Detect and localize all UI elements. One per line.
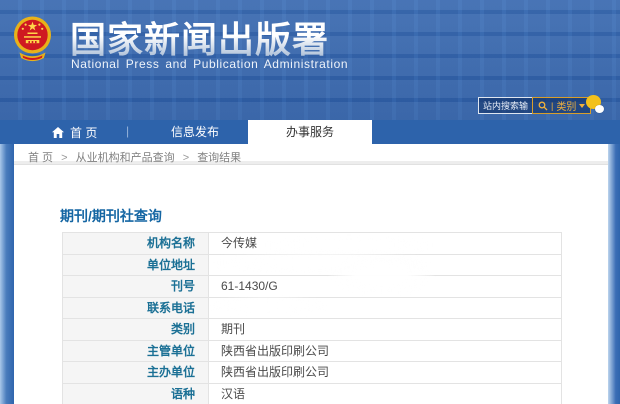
row-label: 语种	[63, 384, 209, 404]
table-row: 单位地址	[63, 255, 561, 277]
category-dropdown-arrow-icon[interactable]	[579, 104, 585, 108]
breadcrumb-query-section[interactable]: 从业机构和产品查询	[76, 152, 175, 164]
row-label: 主办单位	[63, 362, 209, 383]
search-actions[interactable]: | 类别	[532, 97, 591, 114]
breadcrumb-home[interactable]: 首 页	[28, 152, 53, 164]
table-row: 语种 汉语	[63, 384, 561, 404]
breadcrumb-current: 查询结果	[197, 152, 241, 164]
main-navbar: 首 页 | 信息发布 办事服务	[0, 120, 620, 144]
national-emblem-logo[interactable]	[13, 15, 52, 63]
row-label: 主管单位	[63, 341, 209, 362]
row-value: 汉语	[209, 384, 561, 404]
wechat-bubble-small	[595, 105, 604, 113]
wechat-icon[interactable]	[586, 95, 604, 113]
row-value: 陕西省出版印刷公司	[209, 362, 561, 383]
national-emblem-icon	[13, 15, 52, 63]
table-row: 主管单位 陕西省出版印刷公司	[63, 341, 561, 363]
breadcrumb: 首 页 > 从业机构和产品查询 > 查询结果	[14, 144, 608, 157]
row-label: 刊号	[63, 276, 209, 297]
breadcrumb-separator: >	[183, 152, 189, 164]
site-subtitle-english: National Press and Publication Administr…	[71, 57, 348, 71]
row-value: 61-1430/G	[209, 276, 561, 297]
table-row: 联系电话	[63, 298, 561, 320]
right-margin-strip	[608, 144, 620, 404]
row-label: 联系电话	[63, 298, 209, 319]
table-row: 主办单位 陕西省出版印刷公司	[63, 362, 561, 384]
table-row: 类别 期刊	[63, 319, 561, 341]
page: 国家新闻出版署 National Press and Publication A…	[0, 0, 620, 404]
search-input[interactable]	[478, 97, 532, 114]
search-icon[interactable]	[538, 101, 548, 111]
row-label: 类别	[63, 319, 209, 340]
site-search: | 类别	[478, 97, 591, 114]
nav-item-services-active[interactable]: 办事服务	[248, 120, 372, 144]
row-value: 期刊	[209, 319, 561, 340]
row-label: 机构名称	[63, 233, 209, 254]
row-value	[209, 255, 561, 276]
search-category-label[interactable]: 类别	[556, 98, 576, 113]
nav-separator: |	[126, 124, 129, 138]
page-content: 首 页 > 从业机构和产品查询 > 查询结果 期刊/期刊社查询 机构名称 今传媒…	[14, 144, 608, 404]
row-value	[209, 298, 561, 319]
journal-info-table: 机构名称 今传媒 单位地址 刊号 61-1430/G 联系电话 类别 期刊 主管…	[62, 232, 562, 404]
nav-home-label: 首 页	[70, 124, 97, 141]
row-value: 今传媒	[209, 233, 561, 254]
row-value: 陕西省出版印刷公司	[209, 341, 561, 362]
site-header: 国家新闻出版署 National Press and Publication A…	[0, 0, 620, 120]
nav-item-information[interactable]: 信息发布	[171, 120, 219, 144]
nav-item-home[interactable]: 首 页	[52, 120, 97, 144]
home-icon	[52, 127, 64, 138]
left-margin-strip	[0, 144, 14, 404]
row-label: 单位地址	[63, 255, 209, 276]
site-title: 国家新闻出版署	[70, 11, 329, 63]
table-row: 刊号 61-1430/G	[63, 276, 561, 298]
page-title: 期刊/期刊社查询	[60, 206, 162, 226]
breadcrumb-separator: >	[61, 152, 67, 164]
search-separator: |	[551, 101, 553, 111]
table-row: 机构名称 今传媒	[63, 233, 561, 255]
